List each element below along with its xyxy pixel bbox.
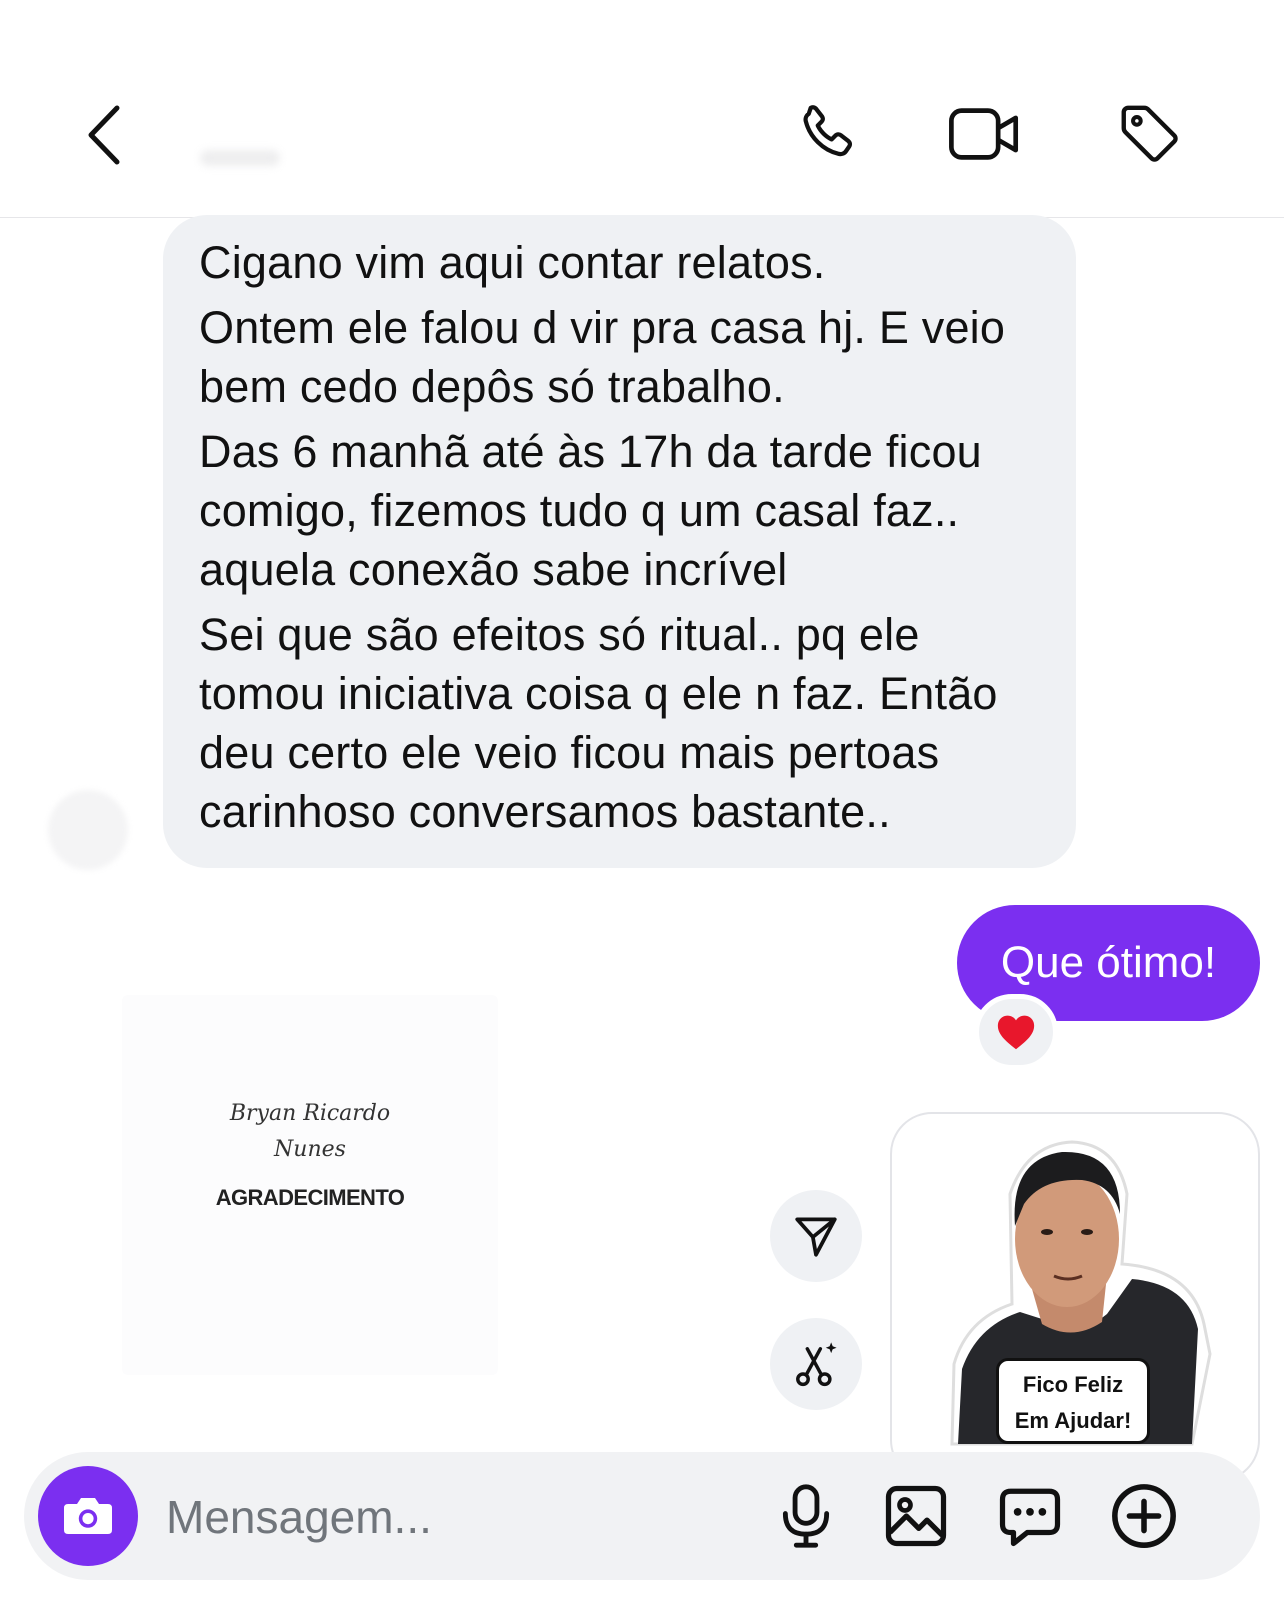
back-button[interactable] <box>78 100 128 170</box>
message-paragraph: Ontem ele falou d vir pra casa hj. E vei… <box>199 302 1006 412</box>
video-call-button[interactable] <box>945 98 1025 170</box>
tag-button[interactable] <box>1114 98 1186 170</box>
sticker-caption-line: Fico Feliz <box>1022 1372 1124 1397</box>
shared-image-card[interactable]: Bryan Ricardo Nunes AGRADECIMENTO <box>122 995 498 1375</box>
camera-icon <box>64 1498 112 1534</box>
remix-button[interactable] <box>770 1318 862 1410</box>
message-paragraph: Cigano vim aqui contar relatos. <box>199 237 826 288</box>
message-composer <box>24 1452 1260 1580</box>
chat-dots-icon <box>999 1488 1061 1547</box>
card-script-line: Bryan Ricardo <box>229 1101 391 1126</box>
gallery-button[interactable] <box>880 1480 952 1552</box>
sticker-caption-line: Em Ajudar! <box>1014 1408 1132 1433</box>
sticker-message[interactable]: Fico Feliz Em Ajudar! <box>890 1112 1260 1482</box>
send-icon <box>795 1217 837 1257</box>
incoming-message-bubble[interactable]: Cigano vim aqui contar relatos. Ontem el… <box>163 215 1076 868</box>
voice-message-button[interactable] <box>770 1480 842 1552</box>
sticker-button[interactable] <box>994 1480 1066 1552</box>
call-button[interactable] <box>790 98 862 170</box>
contact-avatar[interactable] <box>48 790 128 870</box>
contact-name[interactable] <box>200 150 280 166</box>
message-paragraph: Sei que são efeitos só ritual.. pq ele t… <box>199 609 998 837</box>
card-title: AGRADECIMENTO <box>215 1185 405 1210</box>
message-paragraph: Das 6 manhã até às 17h da tarde ficou co… <box>199 426 982 595</box>
scissors-sparkle-icon <box>796 1342 837 1387</box>
video-camera-icon <box>949 108 1019 160</box>
forward-button[interactable] <box>770 1190 862 1282</box>
outgoing-message-text: Que ótimo! <box>1000 938 1217 987</box>
sticker-caption: Fico Feliz Em Ajudar! <box>996 1358 1150 1444</box>
message-reaction[interactable] <box>974 994 1058 1070</box>
tag-icon <box>1121 105 1178 162</box>
more-options-button[interactable] <box>1108 1480 1180 1552</box>
card-script-line: Nunes <box>274 1137 346 1162</box>
chevron-left-icon <box>88 105 120 165</box>
chat-header <box>0 0 1284 218</box>
plus-circle-icon <box>1112 1484 1176 1548</box>
message-input[interactable] <box>164 1486 728 1548</box>
camera-button[interactable] <box>38 1466 138 1566</box>
microphone-icon <box>782 1484 830 1548</box>
heart-icon <box>997 1015 1035 1050</box>
phone-icon <box>803 105 853 157</box>
image-icon <box>885 1485 947 1547</box>
